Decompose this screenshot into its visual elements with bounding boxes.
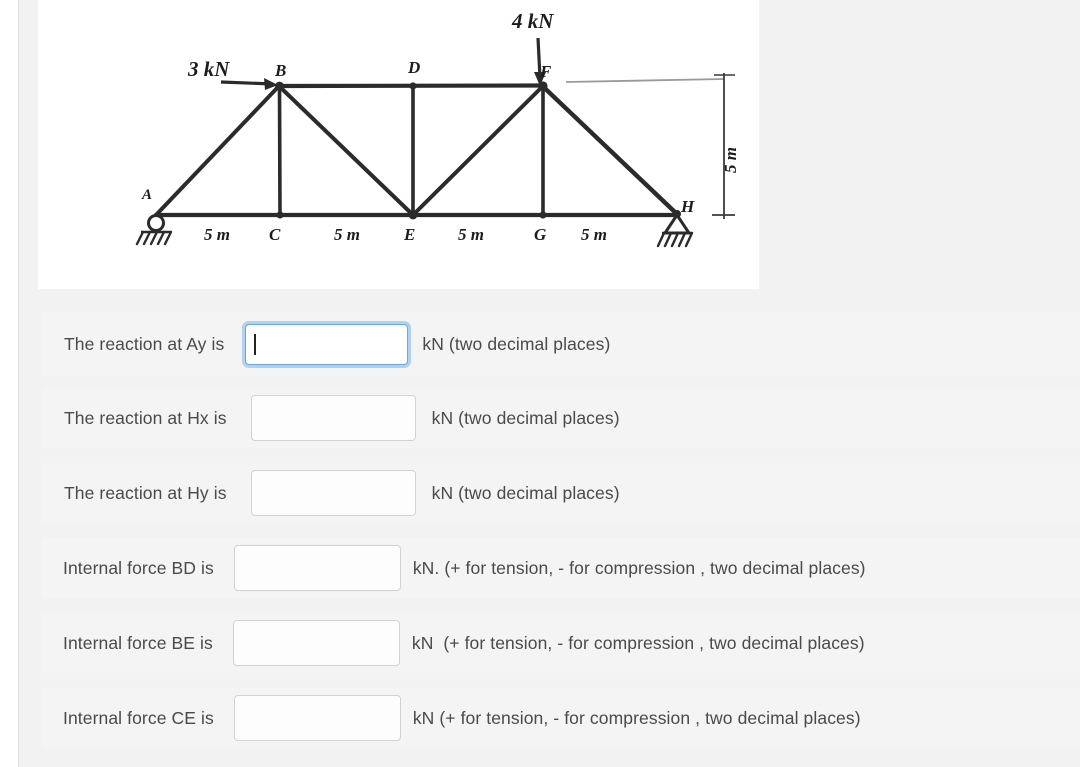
answer-field-wrap xyxy=(233,545,401,591)
joint-label-B: B xyxy=(274,61,286,80)
truss-diagram: 3 kN 4 kN A B C D E F G H 5 m 5 m 5 m 5 … xyxy=(135,9,740,248)
answer-field-wrap xyxy=(233,695,401,741)
member-FH xyxy=(541,84,681,218)
question-row-reaction-hx: The reaction at Hx is kN (two decimal pl… xyxy=(42,388,1080,448)
label-load-3kn: 3 kN xyxy=(187,57,230,81)
question-row-internal-force-bd: Internal force BD is kN. (+ for tension,… xyxy=(42,538,1080,598)
answer-input-internal-force-be[interactable] xyxy=(232,620,400,666)
answer-field-wrap xyxy=(250,395,416,441)
answer-input-reaction-hy[interactable] xyxy=(250,470,416,516)
span-label-3: 5 m xyxy=(458,225,484,244)
answer-input-internal-force-bd[interactable] xyxy=(233,545,401,591)
text-caret xyxy=(254,333,256,355)
member-EF xyxy=(411,84,545,217)
question-label: The reaction at Hy is xyxy=(64,482,227,503)
joint-label-F: F xyxy=(539,62,552,81)
question-units: kN (two decimal places) xyxy=(431,482,620,503)
member-BC xyxy=(277,85,282,217)
question-units: kN (+ for tension, - for compression , t… xyxy=(412,707,861,728)
label-load-4kn: 4 kN xyxy=(511,9,554,33)
joint-label-E: E xyxy=(403,225,415,244)
support-pin-H xyxy=(656,212,694,248)
member-AB xyxy=(154,84,281,217)
answer-field-wrap xyxy=(232,620,400,666)
member-BE xyxy=(278,85,415,217)
dimension-height-5m xyxy=(565,73,735,219)
truss-figure-panel: 3 kN 4 kN A B C D E F G H 5 m 5 m 5 m 5 … xyxy=(38,0,759,289)
joint-label-G: G xyxy=(534,225,547,244)
question-units: kN (two decimal places) xyxy=(431,407,620,428)
question-label: The reaction at Ay is xyxy=(64,333,225,354)
span-label-2: 5 m xyxy=(334,225,360,244)
answer-input-reaction-ay[interactable] xyxy=(245,323,409,365)
question-label: Internal force CE is xyxy=(63,707,214,728)
joint-label-A: A xyxy=(141,187,152,203)
answer-input-reaction-hx[interactable] xyxy=(250,395,416,441)
span-label-1: 5 m xyxy=(204,225,230,244)
span-label-4: 5 m xyxy=(581,225,607,244)
answer-field-wrap xyxy=(245,323,409,365)
question-row-reaction-ay: The reaction at Ay is kN (two decimal pl… xyxy=(42,313,1080,375)
answer-input-internal-force-ce[interactable] xyxy=(233,695,401,741)
joint-label-D: D xyxy=(407,58,420,77)
question-label: Internal force BD is xyxy=(63,557,214,578)
answer-field-wrap xyxy=(250,470,416,516)
question-units: kN. (+ for tension, - for compression , … xyxy=(412,557,866,578)
question-units: kN (two decimal places) xyxy=(422,333,611,354)
joint-label-H: H xyxy=(680,197,695,216)
question-label: The reaction at Hx is xyxy=(64,407,227,428)
question-row-internal-force-be: Internal force BE is kN (+ for tension, … xyxy=(42,613,1080,673)
question-page: 3 kN 4 kN A B C D E F G H 5 m 5 m 5 m 5 … xyxy=(19,0,1080,767)
left-gutter xyxy=(0,0,18,767)
load-arrow-3kn xyxy=(220,78,278,90)
question-row-reaction-hy: The reaction at Hy is kN (two decimal pl… xyxy=(42,463,1080,523)
question-row-internal-force-ce: Internal force CE is kN (+ for tension, … xyxy=(42,688,1080,748)
question-units: kN (+ for tension, - for compression , t… xyxy=(411,632,865,653)
height-label-5m: 5 m xyxy=(721,147,740,173)
support-roller-A xyxy=(135,214,173,246)
joint-label-C: C xyxy=(269,225,281,244)
question-label: Internal force BE is xyxy=(63,632,213,653)
